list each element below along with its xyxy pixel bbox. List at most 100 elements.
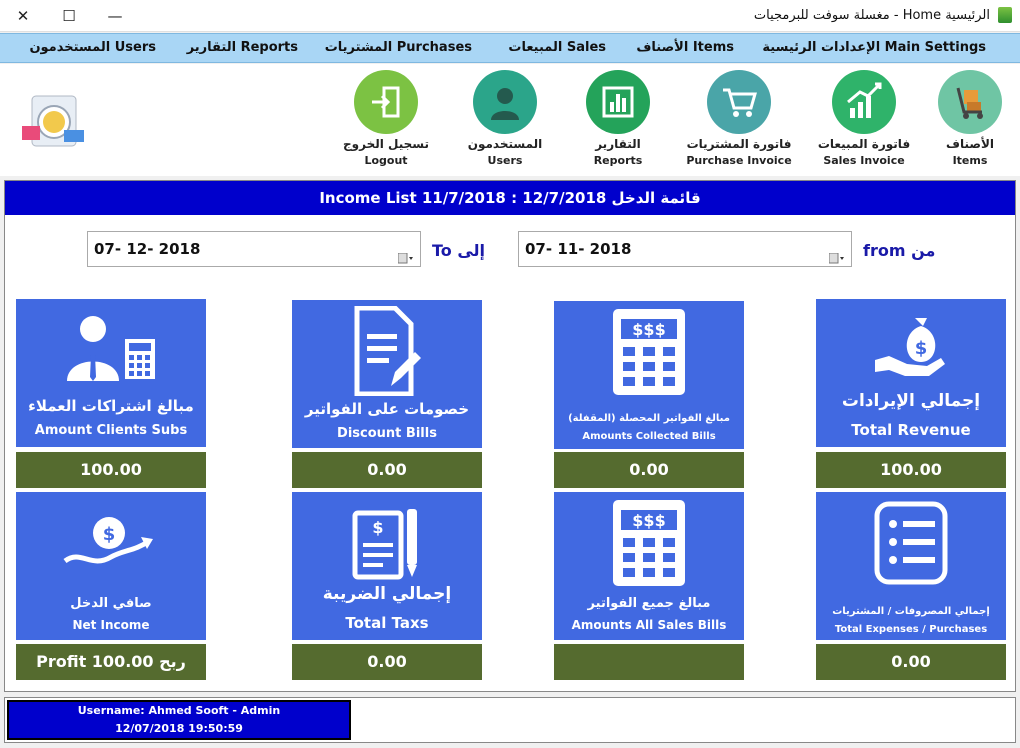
card-title-ar: مبالغ اشتراكات العملاء xyxy=(28,397,194,415)
income-list-panel: Income List 11/7/2018 : 12/7/2018 قائمة … xyxy=(4,180,1016,692)
card-title-en: Amounts All Sales Bills xyxy=(571,618,727,632)
username-label: Username: Ahmed Sooft - Admin xyxy=(77,704,281,717)
title-bar: ✕ ☐ — الرئيسية Home - مغسلة سوفت للبرمجي… xyxy=(0,0,1020,32)
calendar-dropdown-icon[interactable] xyxy=(397,243,414,264)
toolbar-label-ar: الأصناف xyxy=(946,137,994,151)
card-title-en: Total Revenue xyxy=(851,421,971,439)
to-date-picker[interactable]: 07- 12- 2018 xyxy=(87,231,421,267)
value-discount-bills: 0.00 xyxy=(292,452,482,488)
bar-chart-icon xyxy=(586,70,650,134)
value-amounts-all-sales-bills xyxy=(554,644,744,680)
close-button[interactable]: ✕ xyxy=(0,0,46,32)
value-net-income: Profit ربح 100.00 xyxy=(16,644,206,680)
card-net-income: $ صافي الدخل Net Income xyxy=(16,492,206,640)
toolbar-label-ar: التقارير xyxy=(595,137,641,151)
menu-label: المبيعات Sales xyxy=(508,40,606,55)
card-title-ar: خصومات على الفواتير xyxy=(304,400,470,418)
shopping-cart-icon xyxy=(707,70,771,134)
toolbar-label-en: Logout xyxy=(364,154,408,167)
card-total-taxs: $ إجمالي الضريبة Total Taxs xyxy=(292,492,482,640)
card-title-en: Net Income xyxy=(72,618,150,632)
card-title-ar: مبالغ الفواتير المحصلة (المقفلة) xyxy=(568,413,730,424)
toolbar-label-en: Sales Invoice xyxy=(823,154,905,167)
menu-items[interactable]: الأصناف Items xyxy=(636,40,734,55)
toolbar-sales-invoice-button[interactable]: فاتورة المبيعات Sales Invoice xyxy=(804,70,924,167)
card-title-en: Discount Bills xyxy=(337,426,437,441)
menu-label: الإعدادات الرئيسية Main Settings xyxy=(762,40,986,55)
menu-reports[interactable]: التقارير Reports xyxy=(187,40,298,55)
window-title: الرئيسية Home - مغسلة سوفت للبرمجيات xyxy=(753,8,990,23)
menu-label: المستخدمون Users xyxy=(29,40,156,55)
checklist-icon xyxy=(816,498,1006,588)
card-amounts-all-sales-bills: $$$ مبالغ جميع الفواتير Amounts All Sale… xyxy=(554,492,744,640)
menu-users[interactable]: المستخدمون Users xyxy=(29,40,156,55)
toolbar: الأصناف Items فاتورة المبيعات Sales Invo… xyxy=(0,64,1020,176)
calendar-dropdown-icon[interactable] xyxy=(828,243,845,264)
toolbar-label-ar: المستخدمون xyxy=(467,137,543,151)
toolbar-items-button[interactable]: الأصناف Items xyxy=(910,70,1020,167)
card-title-ar: إجمالي المصروفات / المشتريات xyxy=(832,606,990,617)
menu-sales[interactable]: المبيعات Sales xyxy=(508,40,606,55)
to-date-value: 07- 12- 2018 xyxy=(94,240,201,258)
from-label: from من xyxy=(863,241,936,260)
card-title-en: Amount Clients Subs xyxy=(34,423,188,438)
card-title-ar: إجمالي الإيرادات xyxy=(841,391,981,411)
from-date-value: 07- 11- 2018 xyxy=(525,240,632,258)
datetime-label: 12/07/2018 19:50:59 xyxy=(115,722,243,735)
card-title-en: Amounts Collected Bills xyxy=(582,431,716,442)
menu-bar: الإعدادات الرئيسية Main Settings الأصناف… xyxy=(0,33,1020,63)
dollar-coin-arrow-icon: $ xyxy=(16,498,206,588)
toolbar-label-ar: فاتورة المشتريات xyxy=(686,137,792,151)
svg-text:$: $ xyxy=(103,524,116,545)
toolbar-logout-button[interactable]: تسجيل الخروج Logout xyxy=(326,70,446,167)
calculator-dollar-icon: $$$ xyxy=(554,498,744,588)
toolbar-label-en: Purchase Invoice xyxy=(686,154,792,167)
value-amount-clients-subs: 100.00 xyxy=(16,452,206,488)
card-title-en: Total Expenses / Purchases xyxy=(834,624,988,635)
menu-main-settings[interactable]: الإعدادات الرئيسية Main Settings xyxy=(762,40,986,55)
toolbar-users-button[interactable]: المستخدمون Users xyxy=(445,70,565,167)
document-edit-icon xyxy=(292,306,482,396)
user-info: Username: Ahmed Sooft - Admin 12/07/2018… xyxy=(7,700,351,740)
maximize-button[interactable]: ☐ xyxy=(46,0,92,32)
svg-text:$: $ xyxy=(372,518,383,537)
card-amounts-collected-bills: $$$ مبالغ الفواتير المحصلة (المقفلة) Amo… xyxy=(554,301,744,449)
toolbar-label-ar: فاتورة المبيعات xyxy=(817,137,911,151)
money-bag-hand-icon: $ xyxy=(816,305,1006,395)
svg-text:$: $ xyxy=(915,338,928,359)
sales-growth-icon xyxy=(832,70,896,134)
card-total-revenue: $ إجمالي الإيرادات Total Revenue xyxy=(816,299,1006,447)
minimize-button[interactable]: — xyxy=(92,0,138,32)
logout-icon xyxy=(354,70,418,134)
toolbar-label-en: Items xyxy=(952,154,988,167)
svg-text:$$$: $$$ xyxy=(632,320,665,339)
to-label: To إلى xyxy=(432,241,486,260)
from-date-picker[interactable]: 07- 11- 2018 xyxy=(518,231,852,267)
svg-text:$$$: $$$ xyxy=(632,511,665,530)
menu-label: المشتريات Purchases xyxy=(324,40,472,55)
card-discount-bills: خصومات على الفواتير Discount Bills xyxy=(292,300,482,448)
toolbar-purchase-invoice-button[interactable]: فاتورة المشتريات Purchase Invoice xyxy=(679,70,799,167)
income-list-header: Income List 11/7/2018 : 12/7/2018 قائمة … xyxy=(5,181,1015,215)
value-total-expenses-purchases: 0.00 xyxy=(816,644,1006,680)
tax-document-icon: $ xyxy=(292,498,482,588)
value-total-revenue: 100.00 xyxy=(816,452,1006,488)
user-icon xyxy=(473,70,537,134)
toolbar-label-ar: تسجيل الخروج xyxy=(343,137,429,151)
toolbar-label-en: Reports xyxy=(593,154,643,167)
card-title-ar: مبالغ جميع الفواتير xyxy=(587,596,711,611)
card-title-en: Total Taxs xyxy=(345,614,429,632)
toolbar-reports-button[interactable]: التقارير Reports xyxy=(558,70,678,167)
status-bar: Username: Ahmed Sooft - Admin 12/07/2018… xyxy=(4,697,1016,743)
value-amounts-collected-bills: 0.00 xyxy=(554,452,744,488)
card-title-ar: صافي الدخل xyxy=(70,596,152,611)
card-total-expenses-purchases: إجمالي المصروفات / المشتريات Total Expen… xyxy=(816,492,1006,640)
menu-purchases[interactable]: المشتريات Purchases xyxy=(325,40,472,55)
card-title-ar: إجمالي الضريبة xyxy=(322,584,452,604)
menu-label: التقارير Reports xyxy=(186,40,298,55)
app-icon xyxy=(998,7,1012,23)
card-amount-clients-subs: مبالغ اشتراكات العملاء Amount Clients Su… xyxy=(16,299,206,447)
trolley-icon xyxy=(938,70,1002,134)
calculator-dollar-icon: $$$ xyxy=(554,307,744,397)
washing-machine-logo xyxy=(18,92,88,150)
